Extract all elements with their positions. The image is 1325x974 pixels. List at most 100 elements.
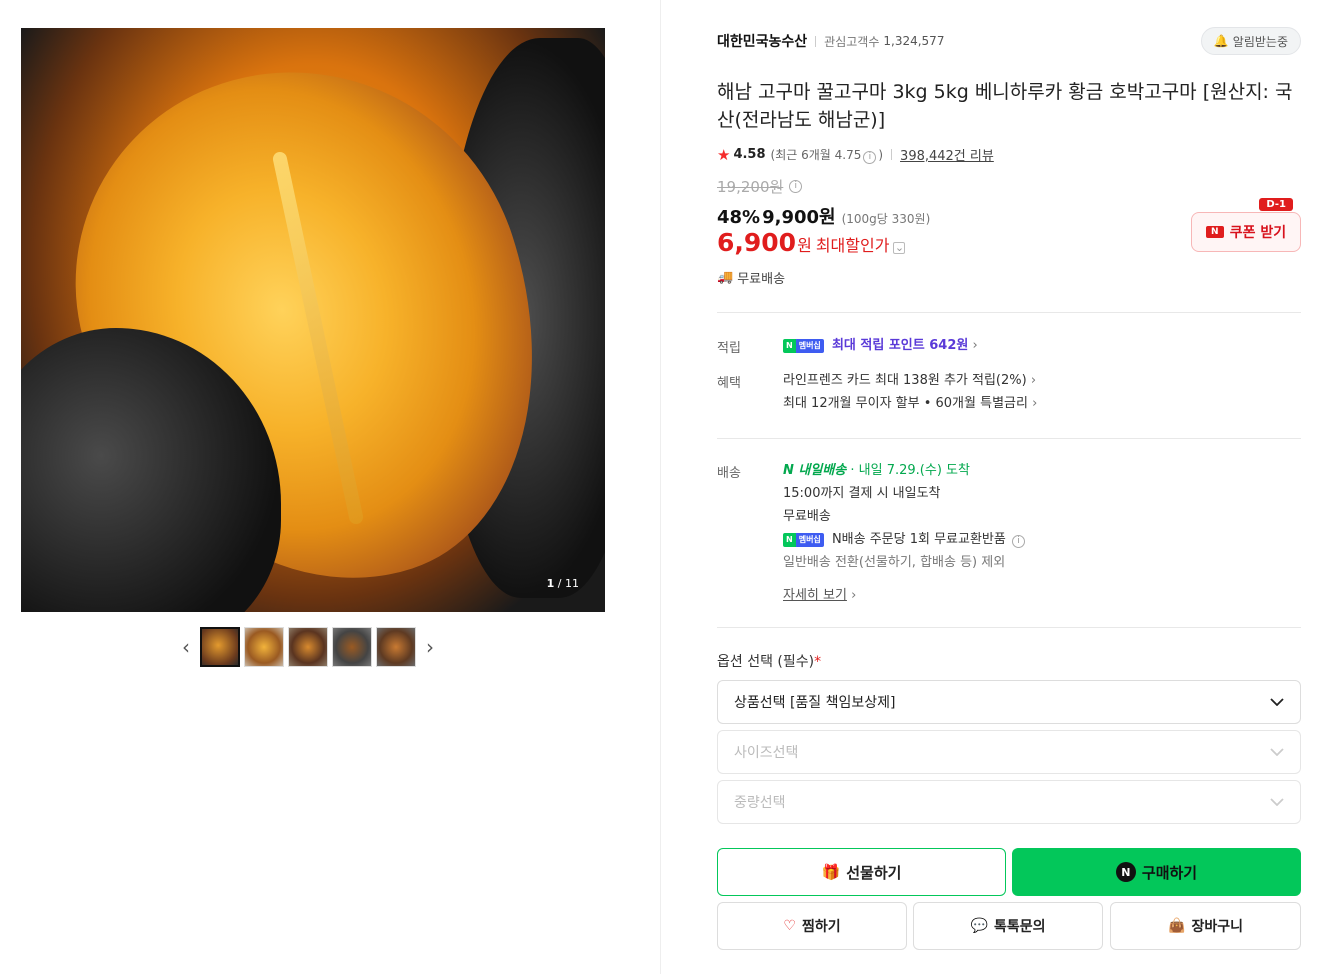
free-return-text: N배송 주문당 1회 무료교환반품 <box>831 532 1006 547</box>
buy-button[interactable]: N 구매하기 <box>1012 848 1301 896</box>
image-counter-current: 1 <box>546 577 555 590</box>
tomorrow-delivery-badge: N 내일배송 <box>783 463 847 478</box>
membership-badge-n: N <box>783 338 796 353</box>
store-separator <box>815 35 817 47</box>
fans-count: 1,324,577 <box>883 34 945 48</box>
points-text: 최대 적립 포인트 642원 <box>831 338 969 353</box>
option-select-size[interactable]: 사이즈선택 <box>717 730 1301 774</box>
benefit-label: 혜택 <box>717 376 741 391</box>
section-divider <box>717 438 1301 439</box>
section-divider <box>717 312 1301 313</box>
delivery-content: N 내일배송 · 내일 7.29.(수) 도착 15:00까지 결제 시 내일도… <box>783 459 1027 607</box>
chevron-down-icon <box>1270 744 1284 760</box>
membership-badge-text: 멤버십 <box>795 532 824 547</box>
rating-separator <box>891 149 893 160</box>
review-count-link[interactable]: 398,442건 리뷰 <box>900 145 994 164</box>
talk-label: 톡톡문의 <box>993 919 1046 935</box>
free-shipping-row: 🚚 무료배송 <box>717 268 785 287</box>
thumb-prev-chevron-icon[interactable]: ‹ <box>176 627 196 667</box>
chevron-right-icon: › <box>851 588 857 603</box>
info-icon[interactable]: i <box>863 150 877 164</box>
d-day-badge: D-1 <box>1259 198 1293 211</box>
best-price-row[interactable]: 6,900 원 최대할인가 ⌄ <box>717 228 906 257</box>
thumbnail-4[interactable] <box>332 627 372 667</box>
vertical-divider <box>660 0 661 974</box>
benefit-content: 라인프렌즈 카드 최대 138원 추가 적립(2%) › 최대 12개월 무이자… <box>783 369 1037 415</box>
option-select-product-value: 상품선택 [품질 책임보상제] <box>734 695 896 711</box>
chevron-down-icon[interactable]: ⌄ <box>893 241 906 254</box>
bell-icon: 🔔 <box>1213 34 1229 48</box>
main-product-image[interactable]: 1 / 11 <box>21 28 605 612</box>
discount-rate: 48% <box>717 207 761 228</box>
store-name[interactable]: 대한민국농수산 <box>717 31 807 51</box>
rating-value: 4.58 <box>733 147 766 162</box>
detail-link[interactable]: 자세히 보기 <box>783 588 847 603</box>
benefit-line-1[interactable]: 라인프렌즈 카드 최대 138원 추가 적립(2%) › <box>783 369 1037 392</box>
chat-bubble-icon: 💬 <box>970 918 988 934</box>
buy-label: 구매하기 <box>1141 863 1198 882</box>
thumb-next-chevron-icon[interactable]: › <box>420 627 440 667</box>
coupon-button[interactable]: N 쿠폰 받기 <box>1191 212 1301 252</box>
required-mark: * <box>814 654 822 670</box>
benefit-line-2-text: 최대 12개월 무이자 할부 • 60개월 특별금리 <box>783 396 1028 411</box>
wish-label: 찜하기 <box>801 919 841 935</box>
chevron-right-icon: › <box>1032 396 1038 411</box>
alarm-label: 알림받는중 <box>1232 34 1288 49</box>
rating-recent: (최근 6개월 4.75 i) <box>770 146 883 164</box>
thumbnail-1[interactable] <box>200 627 240 667</box>
chevron-right-icon: › <box>1030 373 1037 388</box>
benefit-line-1-text: 라인프렌즈 카드 최대 138원 추가 적립(2%) <box>783 373 1027 388</box>
delivery-free: 무료배송 <box>783 509 831 524</box>
cart-button[interactable]: 👜 장바구니 <box>1110 902 1301 950</box>
tomorrow-delivery-text: · 내일 7.29.(수) 도착 <box>850 463 970 478</box>
best-price-label: 최대할인가 <box>815 236 890 255</box>
points-label: 적립 <box>717 341 741 356</box>
unit-price: (100g당 330원) <box>841 212 931 226</box>
gift-icon: 🎁 <box>821 863 841 881</box>
star-icon: ★ <box>717 145 731 164</box>
gift-button[interactable]: 🎁 선물하기 <box>717 848 1006 896</box>
membership-badge-text: 멤버십 <box>795 338 824 353</box>
rating-recent-text: (최근 6개월 4.75 <box>770 147 862 162</box>
chevron-down-icon <box>1270 694 1284 710</box>
shopping-bag-icon: 👜 <box>1168 918 1186 934</box>
original-price-row: 19,200원 i <box>717 176 804 197</box>
truck-icon: 🚚 <box>717 270 734 285</box>
info-icon[interactable]: i <box>1012 535 1025 548</box>
chevron-right-icon: › <box>972 338 978 353</box>
chevron-down-icon <box>1270 794 1284 810</box>
points-content[interactable]: N 멤버십 최대 적립 포인트 642원 › <box>783 334 978 357</box>
best-price-unit: 원 <box>797 236 812 255</box>
image-counter-total: / 11 <box>557 577 579 590</box>
store-row: 대한민국농수산 관심고객수 1,324,577 🔔 알림받는중 <box>717 27 1301 55</box>
option-label-text: 옵션 선택 (필수) <box>717 654 815 670</box>
price-info-icon[interactable]: i <box>789 180 803 193</box>
detail-link-row[interactable]: 자세히 보기 › <box>783 584 1027 607</box>
wish-button[interactable]: ♡ 찜하기 <box>717 902 907 950</box>
sale-price: 9,900원 <box>762 207 836 228</box>
fans-label: 관심고객수 <box>824 34 880 49</box>
option-select-weight[interactable]: 중량선택 <box>717 780 1301 824</box>
membership-badge-n: N <box>783 532 796 547</box>
original-price: 19,200원 <box>717 178 784 196</box>
heart-icon: ♡ <box>783 918 796 934</box>
thumbnail-5[interactable] <box>376 627 416 667</box>
gift-label: 선물하기 <box>846 863 902 882</box>
delivery-cutoff: 15:00까지 결제 시 내일도착 <box>783 486 941 501</box>
naver-n-icon: N <box>1205 226 1224 238</box>
thumbnail-2[interactable] <box>244 627 284 667</box>
sale-price-row: 48% 9,900원 (100g당 330원) <box>717 203 930 229</box>
alarm-button[interactable]: 🔔 알림받는중 <box>1200 27 1301 55</box>
benefit-line-2[interactable]: 최대 12개월 무이자 할부 • 60개월 특별금리 › <box>783 392 1037 415</box>
thumbnail-3[interactable] <box>288 627 328 667</box>
delivery-exclusion: 일반배송 전환(선물하기, 합배송 등) 제외 <box>783 555 1006 570</box>
naver-pay-icon: N <box>1115 862 1136 882</box>
option-select-product[interactable]: 상품선택 [품질 책임보상제] <box>717 680 1301 724</box>
free-shipping-text: 무료배송 <box>737 272 786 287</box>
talk-inquiry-button[interactable]: 💬 톡톡문의 <box>913 902 1103 950</box>
product-gallery: 1 / 11 ‹ › <box>0 0 660 974</box>
free-return-line: N 멤버십 N배송 주문당 1회 무료교환반품 i <box>783 528 1027 551</box>
membership-badge: N 멤버십 <box>783 532 824 547</box>
option-label: 옵션 선택 (필수)* <box>717 651 821 671</box>
delivery-label: 배송 <box>717 466 741 481</box>
